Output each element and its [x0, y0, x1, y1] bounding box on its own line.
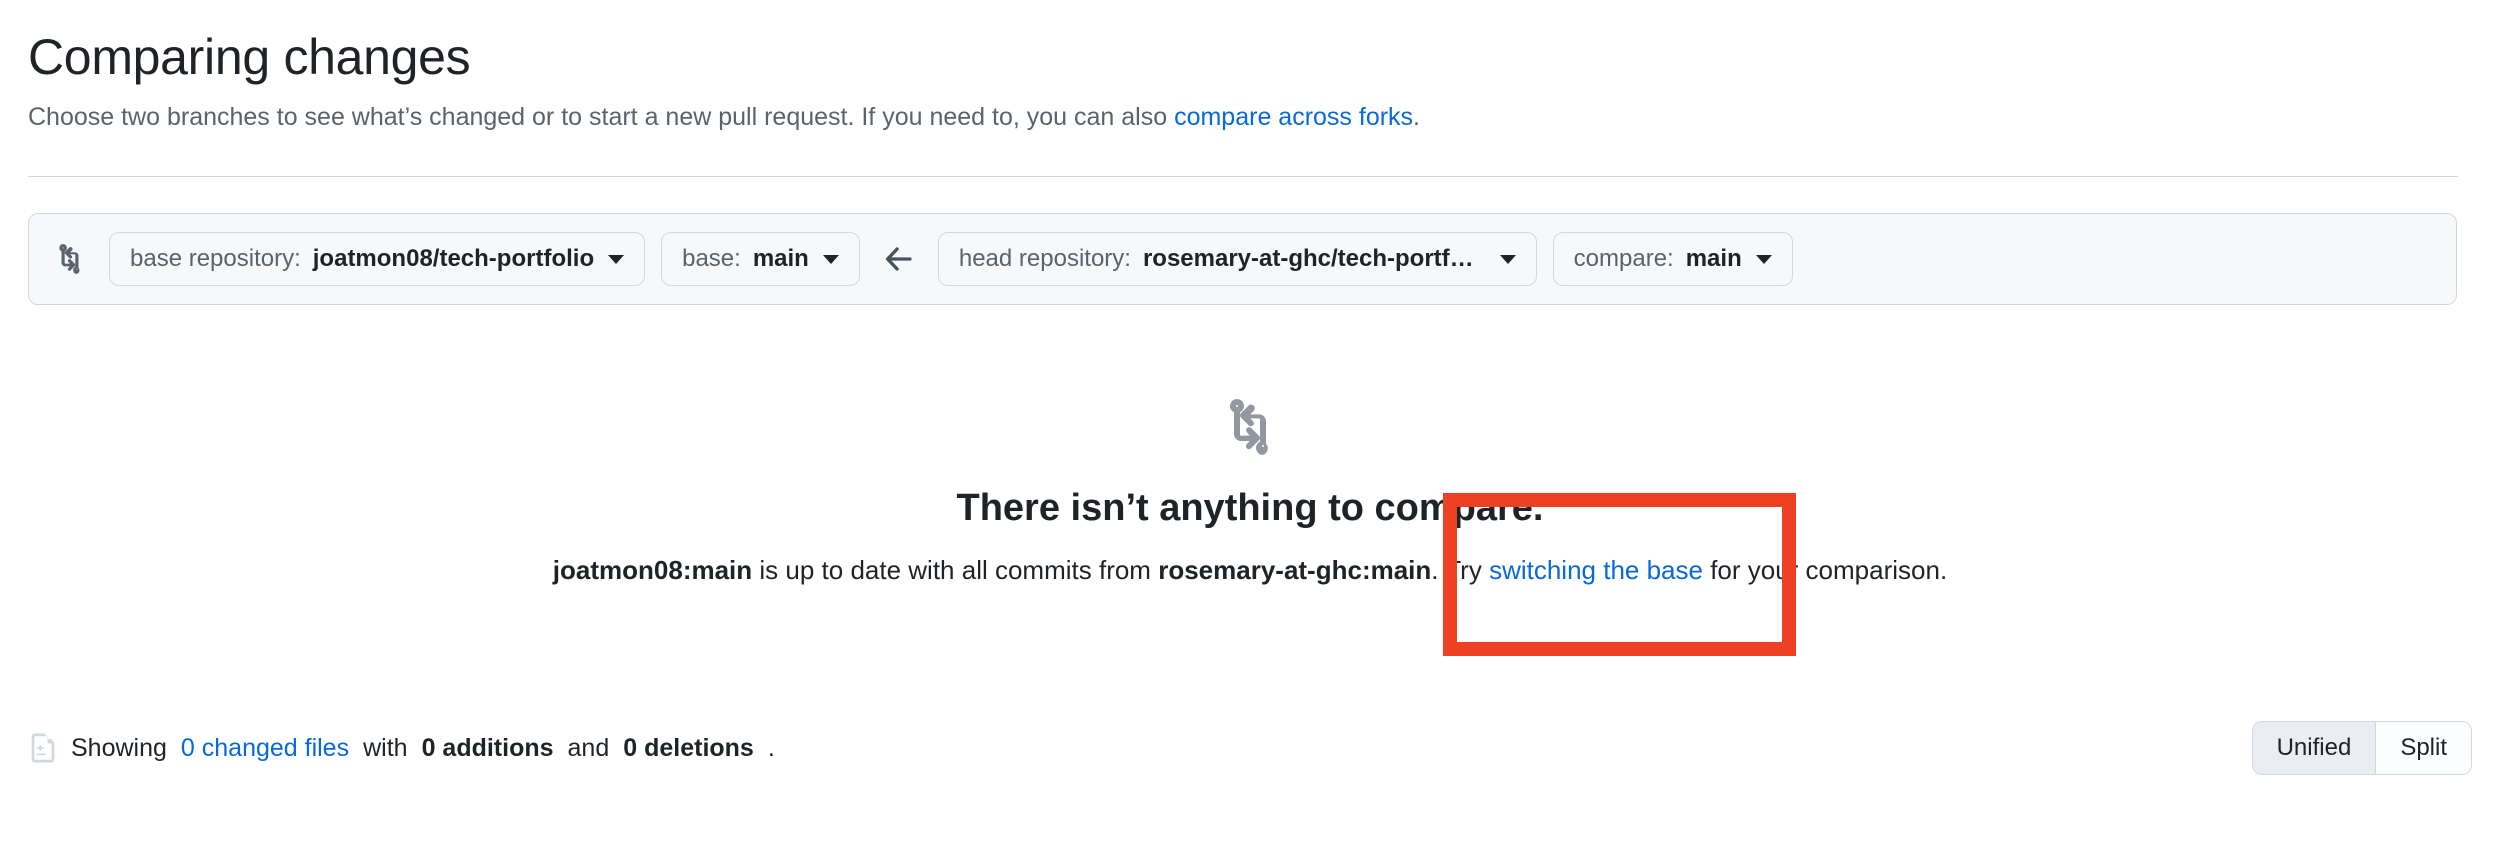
unified-view-button[interactable]: Unified: [2252, 722, 2376, 774]
and-label: and: [567, 733, 610, 762]
diff-summary-footer: Showing 0 changed files with 0 additions…: [28, 721, 2472, 775]
head-repository-value: rosemary-at-ghc/tech-portf…: [1142, 245, 1474, 272]
empty-state: There isn’t anything to compare. joatmon…: [0, 395, 2500, 587]
changed-files-link[interactable]: 0 changed files: [181, 735, 349, 761]
empty-desc-end: for your comparison.: [1702, 554, 1948, 585]
showing-label: Showing: [71, 733, 167, 762]
page-title: Comparing changes: [28, 29, 471, 85]
empty-state-description: joatmon08:main is up to date with all co…: [0, 554, 2500, 588]
empty-desc-try: . Try: [1431, 554, 1490, 585]
diff-summary-text: Showing 0 changed files with 0 additions…: [28, 731, 775, 765]
head-repository-prefix: head repository:: [958, 245, 1131, 272]
git-compare-icon: [53, 242, 87, 276]
git-compare-icon: [1218, 395, 1282, 459]
additions-count: 0 additions: [421, 733, 554, 762]
base-branch-value: main: [752, 245, 809, 272]
compare-branch-dropdown[interactable]: compare: main: [1552, 232, 1793, 286]
base-repository-value: joatmon08/tech-portfolio: [312, 245, 595, 272]
base-ref-label: joatmon08:main: [552, 554, 753, 585]
split-view-button[interactable]: Split: [2375, 722, 2471, 774]
chevron-down-icon: [608, 254, 625, 264]
compare-changes-page: Comparing changes Choose two branches to…: [0, 0, 2500, 868]
chevron-down-icon: [1755, 254, 1772, 264]
header-divider: [28, 176, 2458, 177]
with-label: with: [363, 733, 408, 762]
base-repository-prefix: base repository:: [130, 245, 301, 272]
chevron-down-icon: [1499, 254, 1516, 264]
page-subtitle-text: Choose two branches to see what’s change…: [28, 103, 1175, 131]
arrow-left-icon: [880, 240, 918, 278]
page-subtitle: Choose two branches to see what’s change…: [28, 85, 2472, 135]
deletions-count: 0 deletions: [623, 733, 754, 762]
empty-desc-mid: is up to date with all commits from: [752, 554, 1159, 585]
base-branch-prefix: base:: [682, 245, 741, 272]
empty-state-title: There isn’t anything to compare.: [956, 487, 1544, 529]
summary-period: .: [767, 733, 775, 762]
switching-the-base-link[interactable]: switching the base: [1489, 555, 1703, 585]
head-ref-label: rosemary-at-ghc:main: [1158, 554, 1432, 585]
head-repository-dropdown[interactable]: head repository: rosemary-at-ghc/tech-po…: [937, 232, 1537, 286]
compare-across-forks-link[interactable]: compare across forks: [1174, 103, 1413, 131]
base-branch-dropdown[interactable]: base: main: [661, 232, 860, 286]
file-diff-icon: [28, 731, 57, 765]
chevron-down-icon: [822, 254, 839, 264]
base-repository-dropdown[interactable]: base repository: joatmon08/tech-portfoli…: [109, 232, 646, 286]
page-subtitle-period: .: [1413, 103, 1420, 131]
compare-branch-prefix: compare:: [1573, 245, 1674, 272]
compare-branch-value: main: [1685, 245, 1742, 272]
diff-view-toggle: Unified Split: [2251, 721, 2472, 775]
branch-selector-bar: base repository: joatmon08/tech-portfoli…: [28, 213, 2457, 305]
